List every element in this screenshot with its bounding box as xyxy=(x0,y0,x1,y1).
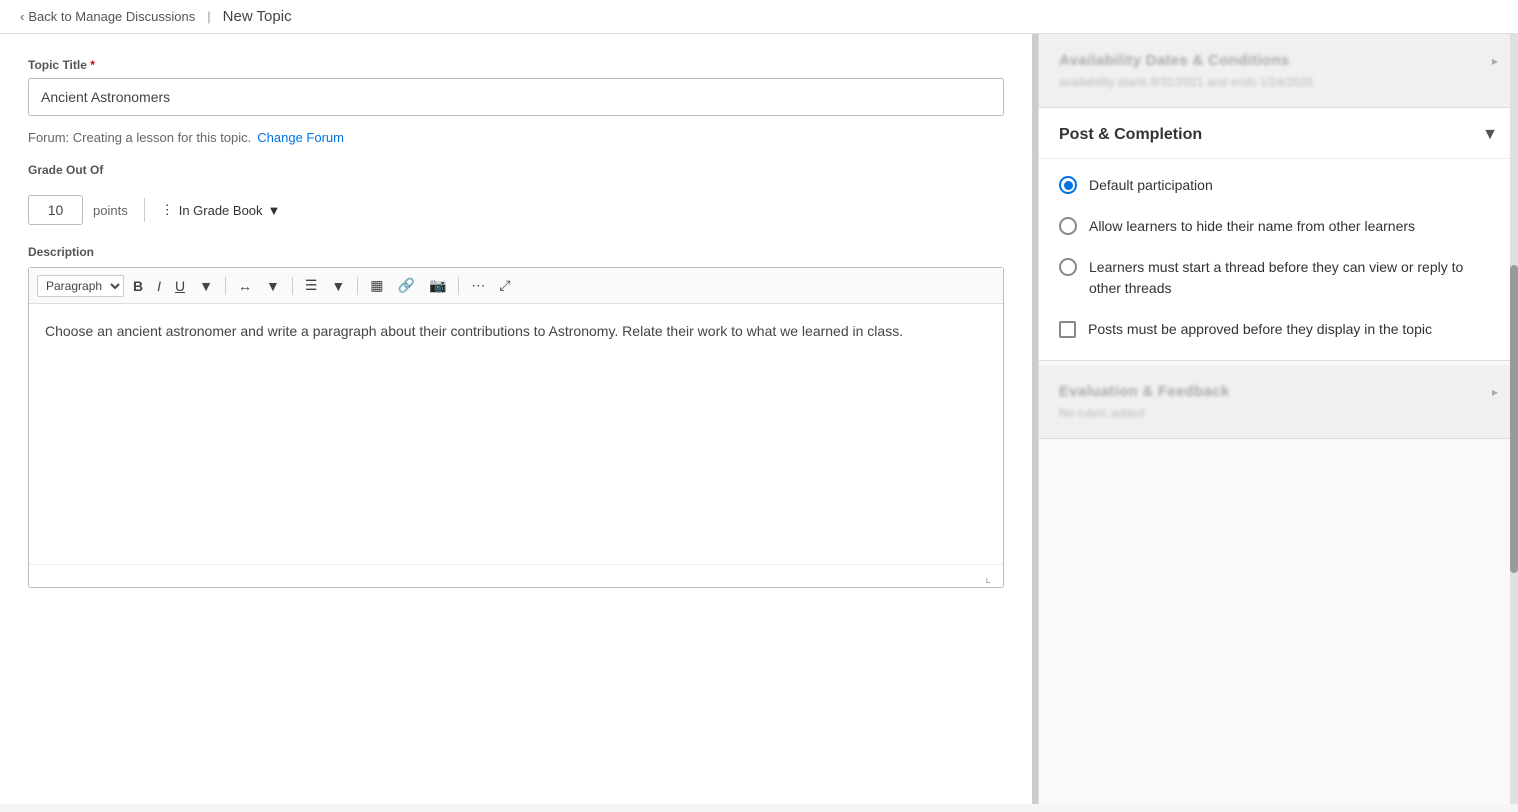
scrollbar-track xyxy=(1510,34,1518,804)
paragraph-select[interactable]: Paragraph xyxy=(37,275,124,297)
image-button[interactable]: 📷 xyxy=(424,274,451,297)
evaluation-title: Evaluation & Feedback xyxy=(1059,383,1230,400)
forum-row: Forum: Creating a lesson for this topic.… xyxy=(28,130,1004,145)
availability-title: Availability Dates & Conditions xyxy=(1059,52,1289,69)
radio-start-thread[interactable] xyxy=(1059,258,1077,276)
grade-book-chevron-icon: ▼ xyxy=(268,203,281,218)
option-start-thread: Learners must start a thread before they… xyxy=(1059,257,1498,299)
grade-book-button[interactable]: ⋮ In Grade Book ▼ xyxy=(161,202,281,218)
availability-header: Availability Dates & Conditions ▸ xyxy=(1059,52,1498,69)
left-panel: Topic Title * Forum: Creating a lesson f… xyxy=(0,34,1038,804)
option-approve-posts: Posts must be approved before they displ… xyxy=(1059,319,1498,340)
change-forum-link[interactable]: Change Forum xyxy=(257,130,344,145)
post-completion-chevron-icon: ▼ xyxy=(1482,126,1498,144)
option-approve-posts-label: Posts must be approved before they displ… xyxy=(1088,319,1432,340)
description-label: Description xyxy=(28,245,1004,259)
availability-section: Availability Dates & Conditions ▸ availa… xyxy=(1039,34,1518,108)
more-button[interactable]: ⋯ xyxy=(466,274,490,297)
gradebook-icon: ⋮ xyxy=(161,202,174,218)
editor-toolbar: Paragraph B I U ▼ ↔ ▼ ☰ ▼ ▦ 🔗 📷 ⋯ ⤢ xyxy=(29,268,1003,304)
option-start-thread-label: Learners must start a thread before they… xyxy=(1089,257,1498,299)
table-button[interactable]: ▦ xyxy=(365,274,388,297)
breadcrumb-separator: | xyxy=(207,9,210,24)
grade-section: Grade Out Of points ⋮ In Grade Book ▼ xyxy=(28,163,1004,225)
resize-handle-icon: ⌞ xyxy=(985,569,999,583)
editor-container: Paragraph B I U ▼ ↔ ▼ ☰ ▼ ▦ 🔗 📷 ⋯ ⤢ xyxy=(28,267,1004,588)
availability-arrow-icon: ▸ xyxy=(1492,54,1498,68)
option-default-label: Default participation xyxy=(1089,175,1213,196)
page-title: New Topic xyxy=(223,8,292,25)
toolbar-sep-2 xyxy=(292,277,293,295)
grade-unit: points xyxy=(93,203,128,218)
link-button[interactable]: 🔗 xyxy=(393,274,420,297)
topic-title-input[interactable] xyxy=(28,78,1004,116)
post-completion-header[interactable]: Post & Completion ▼ xyxy=(1039,108,1518,159)
text-align-button[interactable]: ↔ xyxy=(233,275,257,297)
post-completion-body: Default participation Allow learners to … xyxy=(1039,159,1518,360)
editor-body[interactable]: Choose an ancient astronomer and write a… xyxy=(29,304,1003,564)
option-default: Default participation xyxy=(1059,175,1498,196)
bold-button[interactable]: B xyxy=(128,275,148,297)
toolbar-sep-1 xyxy=(225,277,226,295)
list-button[interactable]: ☰ xyxy=(300,274,323,297)
editor-content[interactable]: Choose an ancient astronomer and write a… xyxy=(45,320,987,342)
fullscreen-button[interactable]: ⤢ xyxy=(494,274,515,297)
required-marker: * xyxy=(87,58,95,72)
evaluation-header: Evaluation & Feedback ▸ xyxy=(1059,383,1498,400)
evaluation-subtitle: No rubric added xyxy=(1059,406,1498,420)
grade-book-label: In Grade Book xyxy=(179,203,263,218)
evaluation-section: Evaluation & Feedback ▸ No rubric added xyxy=(1039,365,1518,439)
main-layout: Topic Title * Forum: Creating a lesson f… xyxy=(0,34,1518,804)
back-link-label: Back to Manage Discussions xyxy=(28,9,195,24)
post-completion-title: Post & Completion xyxy=(1059,126,1202,144)
back-link[interactable]: ‹ Back to Manage Discussions xyxy=(20,9,195,24)
option-hide-name: Allow learners to hide their name from o… xyxy=(1059,216,1498,237)
forum-text: Forum: Creating a lesson for this topic. xyxy=(28,130,251,145)
align-options-button[interactable]: ▼ xyxy=(261,275,285,297)
grade-label: Grade Out Of xyxy=(28,163,1004,177)
editor-footer: ⌞ xyxy=(29,564,1003,587)
underline-options-button[interactable]: ▼ xyxy=(194,275,218,297)
post-completion-section: Post & Completion ▼ Default participatio… xyxy=(1039,108,1518,361)
grade-input[interactable] xyxy=(28,195,83,225)
checkbox-approve-posts[interactable] xyxy=(1059,321,1076,338)
topic-title-label: Topic Title * xyxy=(28,58,1004,72)
underline-button[interactable]: U xyxy=(170,275,190,297)
toolbar-divider xyxy=(144,198,145,222)
toolbar-sep-3 xyxy=(357,277,358,295)
top-bar: ‹ Back to Manage Discussions | New Topic xyxy=(0,0,1518,34)
radio-hide-name[interactable] xyxy=(1059,217,1077,235)
option-hide-name-label: Allow learners to hide their name from o… xyxy=(1089,216,1415,237)
evaluation-arrow-icon: ▸ xyxy=(1492,385,1498,399)
toolbar-sep-4 xyxy=(458,277,459,295)
italic-button[interactable]: I xyxy=(152,275,166,297)
back-arrow-icon: ‹ xyxy=(20,9,24,24)
grade-row: points ⋮ In Grade Book ▼ xyxy=(28,195,1004,225)
scrollbar-thumb[interactable] xyxy=(1510,265,1518,573)
list-options-button[interactable]: ▼ xyxy=(326,275,350,297)
availability-subtitle: availability starts 8/31/2021 and ends 1… xyxy=(1059,75,1498,89)
radio-default[interactable] xyxy=(1059,176,1077,194)
right-panel: Availability Dates & Conditions ▸ availa… xyxy=(1038,34,1518,804)
